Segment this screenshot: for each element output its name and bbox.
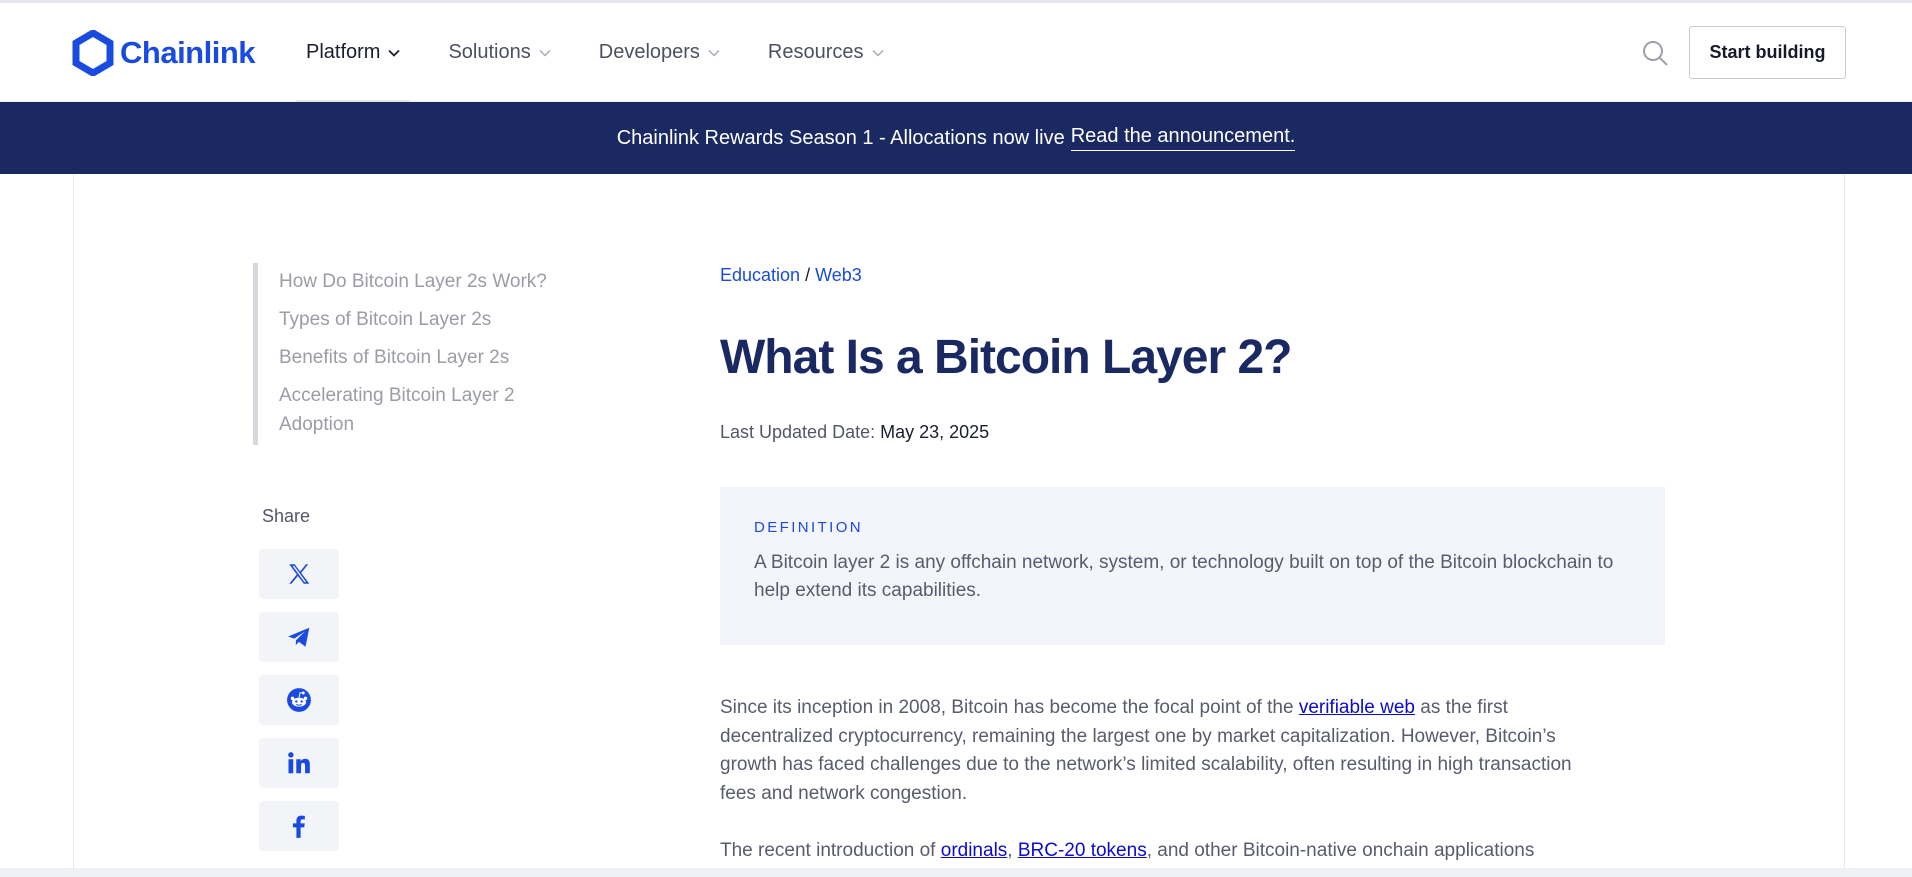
chevron-down-icon — [872, 49, 884, 57]
brc20-tokens-link[interactable]: BRC-20 tokens — [1018, 840, 1147, 861]
toc-item[interactable]: Accelerating Bitcoin Layer 2 Adoption — [279, 381, 583, 439]
linkedin-icon — [288, 752, 310, 774]
chainlink-logo[interactable]: Chainlink — [72, 30, 256, 76]
chevron-down-icon — [708, 49, 720, 57]
toc-item[interactable]: How Do Bitcoin Layer 2s Work? — [279, 267, 583, 296]
breadcrumb-web3-link[interactable]: Web3 — [815, 265, 862, 285]
para2-text: , and other Bitcoin-native onchain appli… — [1146, 840, 1535, 861]
article-paragraph: The recent introduction of ordinals, BRC… — [720, 837, 1600, 866]
facebook-icon — [292, 815, 305, 838]
search-button[interactable] — [1640, 38, 1670, 68]
ordinals-link[interactable]: ordinals — [941, 840, 1008, 861]
page-title: What Is a Bitcoin Layer 2? — [720, 331, 1292, 384]
breadcrumb-education-link[interactable]: Education — [720, 265, 800, 285]
para2-text: , — [1007, 840, 1018, 861]
logo-text: Chainlink — [120, 35, 256, 70]
nav-platform[interactable]: Platform — [295, 3, 411, 102]
verifiable-web-link[interactable]: verifiable web — [1299, 697, 1415, 718]
chainlink-hexagon-icon — [72, 30, 114, 76]
nav-resources-label: Resources — [767, 41, 864, 63]
chevron-down-icon — [539, 49, 551, 57]
breadcrumb: Education / Web3 — [720, 265, 862, 286]
toc-item[interactable]: Benefits of Bitcoin Layer 2s — [279, 343, 583, 372]
share-x-button[interactable] — [259, 549, 339, 599]
updated-date: May 23, 2025 — [880, 422, 990, 442]
nav-solutions[interactable]: Solutions — [448, 3, 551, 102]
site-header: Chainlink Platform Solutions Developers … — [0, 3, 1912, 102]
updated-label: Last Updated Date: — [720, 422, 876, 442]
last-updated: Last Updated Date: May 23, 2025 — [720, 422, 989, 443]
search-icon — [1643, 41, 1668, 66]
share-facebook-button[interactable] — [259, 801, 339, 851]
definition-label: DEFINITION — [754, 519, 863, 536]
main-nav: Platform Solutions Developers Resources — [295, 3, 932, 102]
table-of-contents: How Do Bitcoin Layer 2s Work? Types of B… — [253, 263, 583, 445]
reddit-icon — [287, 688, 311, 712]
bottom-scroll-edge — [0, 868, 1912, 877]
announcement-banner: Chainlink Rewards Season 1 - Allocations… — [0, 102, 1912, 174]
para2-text: The recent introduction of — [720, 840, 941, 861]
definition-text: A Bitcoin layer 2 is any offchain networ… — [754, 552, 1614, 601]
share-linkedin-button[interactable] — [259, 738, 339, 788]
banner-announcement-link[interactable]: Read the announcement. — [1070, 125, 1296, 151]
chevron-down-icon — [388, 49, 401, 57]
x-icon — [289, 564, 310, 584]
nav-developers-label: Developers — [598, 41, 700, 63]
start-building-button[interactable]: Start building — [1689, 26, 1846, 79]
breadcrumb-separator: / — [805, 265, 811, 285]
share-reddit-button[interactable] — [259, 675, 339, 725]
nav-resources[interactable]: Resources — [768, 3, 884, 102]
definition-box: DEFINITION A Bitcoin layer 2 is any offc… — [720, 487, 1665, 645]
telegram-icon — [288, 627, 310, 647]
para1-text: Since its inception in 2008, Bitcoin has… — [720, 697, 1299, 718]
nav-platform-label: Platform — [306, 41, 381, 63]
share-label: Share — [262, 506, 311, 526]
share-telegram-button[interactable] — [259, 612, 339, 662]
article-paragraph: Since its inception in 2008, Bitcoin has… — [720, 694, 1600, 808]
banner-text: Chainlink Rewards Season 1 - Allocations… — [616, 126, 1065, 149]
toc-item[interactable]: Types of Bitcoin Layer 2s — [279, 305, 583, 334]
nav-solutions-label: Solutions — [448, 41, 531, 63]
nav-developers[interactable]: Developers — [599, 3, 720, 102]
